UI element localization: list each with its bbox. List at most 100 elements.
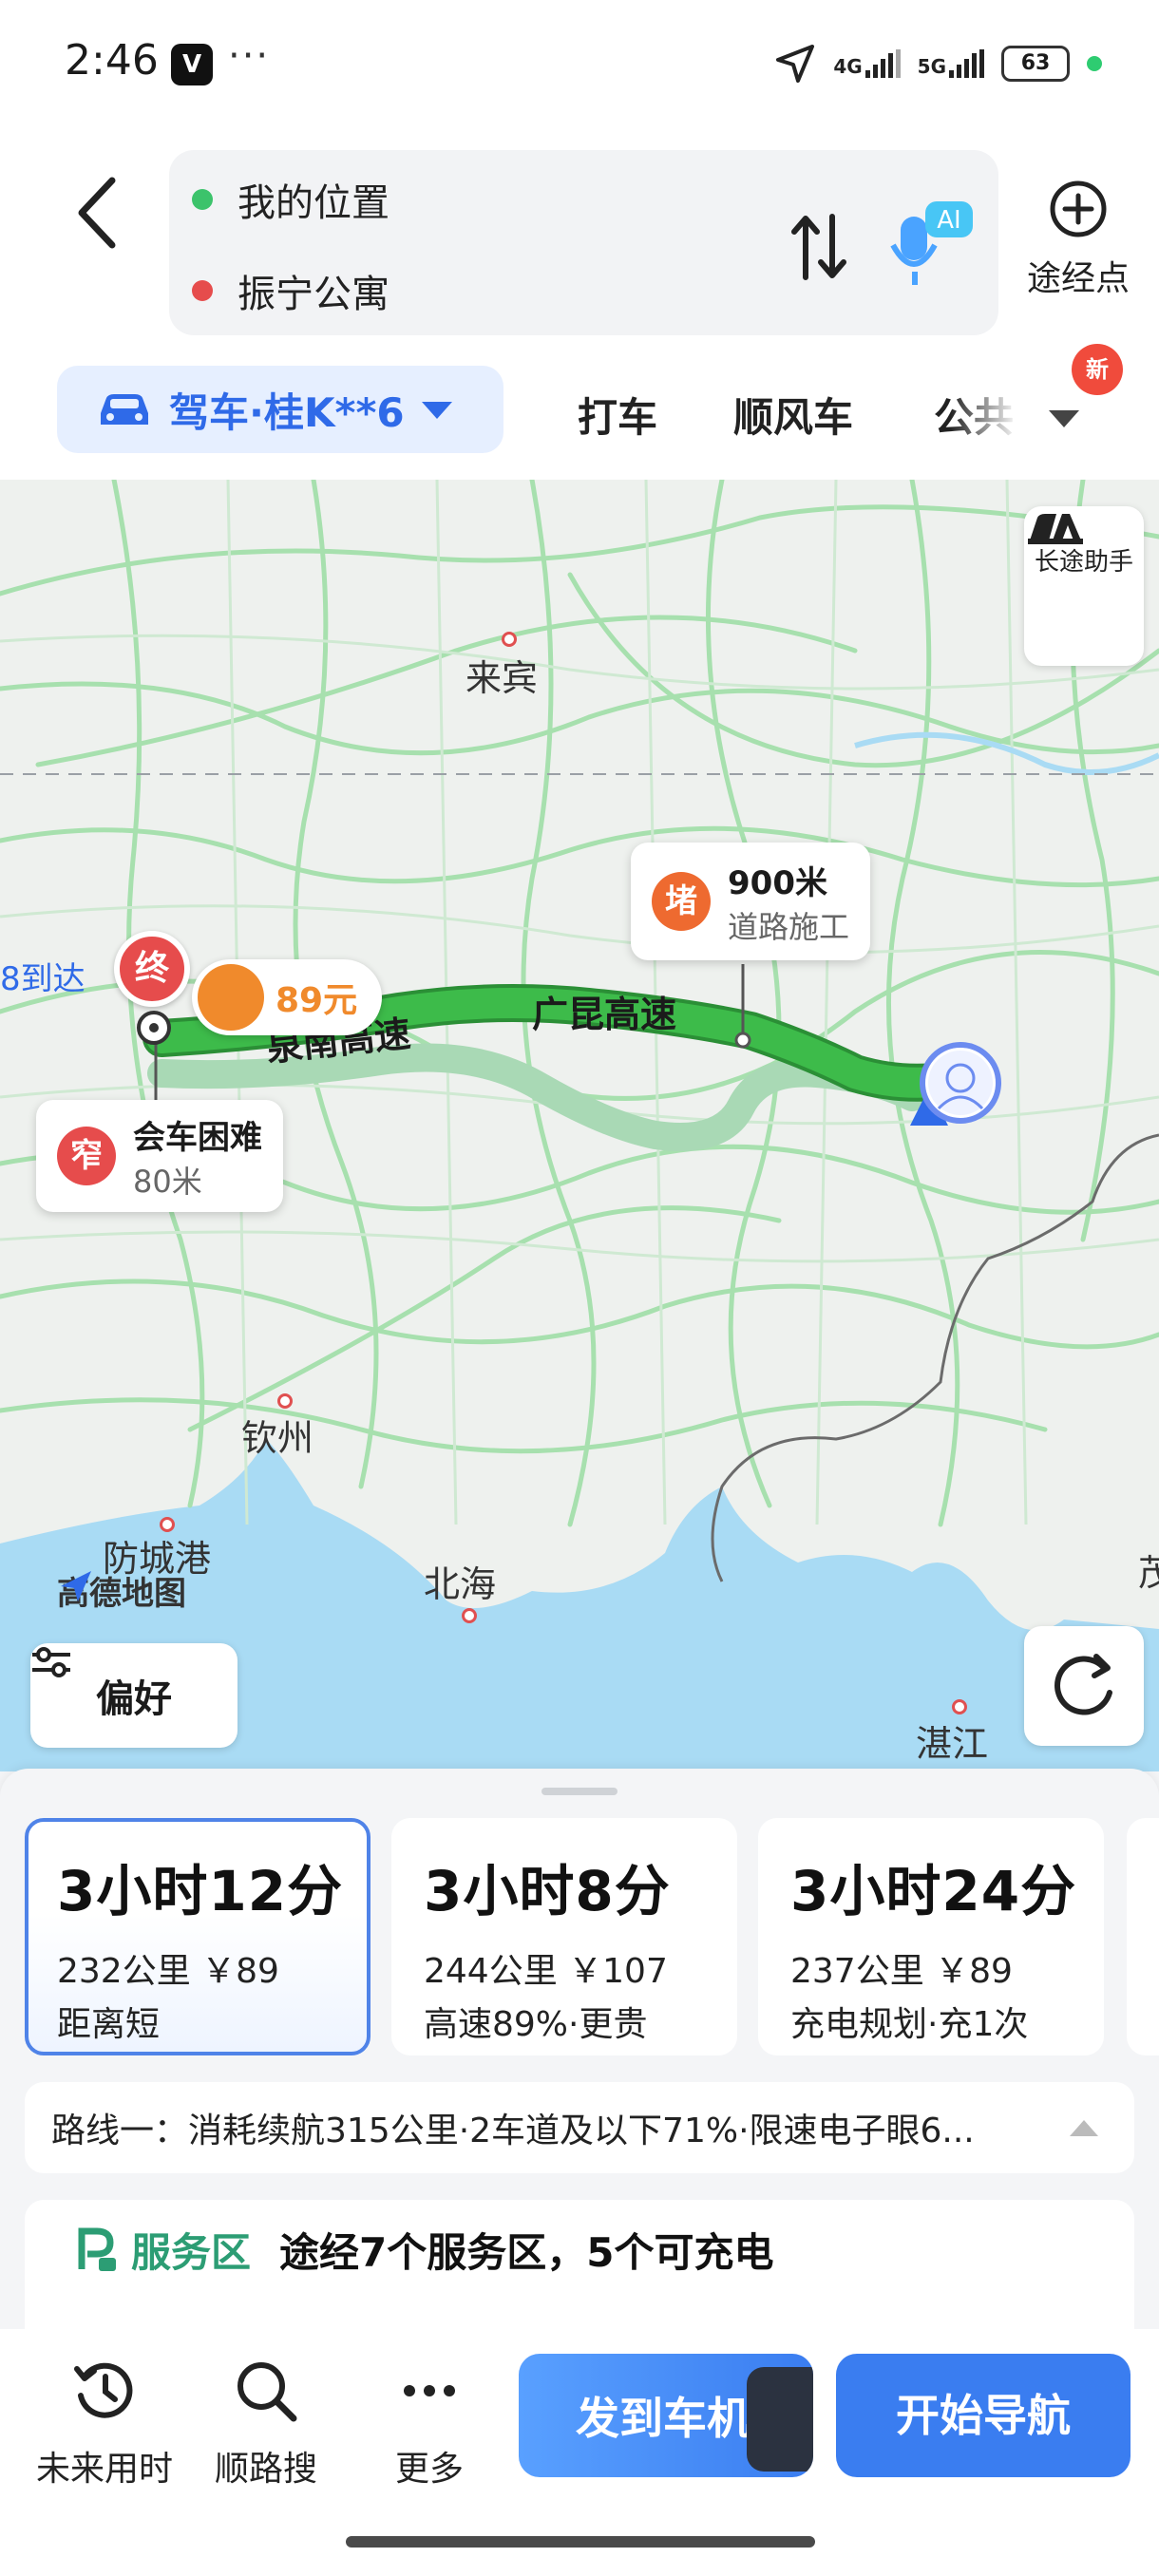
city-label-qinzhou[interactable]: 钦州 bbox=[241, 1409, 314, 1461]
long-trip-assistant-button[interactable]: 长途助手 bbox=[1024, 506, 1144, 666]
route-time: 3小时8分 bbox=[424, 1859, 671, 1923]
amap-logo: 高德地图 bbox=[57, 1567, 186, 1614]
narrow-road-callout[interactable]: 窄 会车困难 80米 bbox=[36, 1100, 283, 1212]
toll-station-icon bbox=[198, 964, 264, 1031]
destination-text: 振宁公寓 bbox=[238, 273, 390, 316]
along-route-search-label: 顺路搜 bbox=[214, 2450, 317, 2489]
city-marker-icon bbox=[952, 1699, 967, 1714]
tab-taxi[interactable]: 打车 bbox=[578, 386, 657, 444]
toll-fee-value: 89元 bbox=[276, 981, 358, 1020]
route-map[interactable]: 来宾 钦州 防城港 北海 湛江 茂 泉南高速 广昆高速 长途助手 堵 900米 … bbox=[0, 480, 1159, 1771]
privacy-indicator-dot bbox=[1087, 56, 1102, 71]
signal-4g: 4G bbox=[833, 49, 901, 78]
notification-app-icon: V bbox=[171, 44, 213, 85]
along-route-search-button[interactable]: 顺路搜 bbox=[180, 2358, 352, 2491]
congestion-callout[interactable]: 堵 900米 道路施工 bbox=[631, 843, 871, 960]
route-input-box: 我的位置 振宁公寓 AI bbox=[169, 150, 998, 335]
plus-circle-icon bbox=[1050, 180, 1107, 237]
refresh-route-button[interactable] bbox=[1024, 1626, 1144, 1746]
route-tag: 高速89%·更贵 bbox=[424, 2005, 648, 2044]
new-badge: 新 bbox=[1072, 344, 1123, 395]
refresh-icon bbox=[1054, 1654, 1112, 1715]
caret-down-icon bbox=[1049, 410, 1079, 427]
destination-end-marker[interactable]: 终 bbox=[114, 931, 190, 1007]
city-label-edge[interactable]: 茂 bbox=[1138, 1544, 1159, 1596]
route-card-next-peek[interactable] bbox=[1127, 1818, 1159, 2055]
destination-dot-icon bbox=[192, 280, 213, 301]
route-summary-bar[interactable]: 路线一：消耗续航315公里·2车道及以下71%·限速电子眼6... bbox=[25, 2082, 1134, 2173]
notification-overflow-icon: ··· bbox=[228, 34, 271, 78]
city-marker-icon bbox=[277, 1393, 293, 1409]
bottom-action-bar: 未来用时 顺路搜 更多 发到车机 开始导航 bbox=[0, 2329, 1159, 2576]
route-card-3[interactable]: 3小时24分 237公里 ￥89 充电规划·充1次 bbox=[758, 1818, 1104, 2055]
sheet-drag-handle[interactable] bbox=[542, 1788, 618, 1795]
send-to-car-button[interactable]: 发到车机 bbox=[519, 2354, 813, 2477]
swap-button[interactable] bbox=[787, 209, 853, 285]
signal-bars-icon bbox=[864, 49, 901, 78]
destination-field[interactable]: 振宁公寓 bbox=[192, 262, 390, 319]
narrow-title: 会车困难 bbox=[133, 1118, 262, 1157]
preference-button[interactable]: 偏好 bbox=[30, 1643, 238, 1748]
service-area-description: 途经7个服务区，5个可充电 bbox=[279, 2229, 774, 2276]
city-label-laibin[interactable]: 来宾 bbox=[466, 649, 538, 701]
car-icon bbox=[101, 394, 148, 425]
narrow-distance: 80米 bbox=[133, 1163, 202, 1200]
sliders-icon bbox=[32, 1647, 70, 1677]
clock-icon bbox=[74, 2362, 133, 2418]
drive-tab-label: 驾车·桂K**6 bbox=[169, 388, 405, 436]
caret-up-icon bbox=[1070, 2120, 1098, 2136]
toll-fee-marker[interactable]: 89元 bbox=[192, 959, 383, 1035]
signal-5g: 5G bbox=[918, 49, 984, 78]
city-label-beihai[interactable]: 北海 bbox=[424, 1555, 496, 1607]
route-card-1[interactable]: 3小时12分 232公里 ￥89 距离短 bbox=[25, 1818, 370, 2055]
route-time: 3小时12分 bbox=[57, 1859, 344, 1923]
tab-drive[interactable]: 驾车·桂K**6 bbox=[57, 366, 504, 453]
route-meta: 237公里 ￥89 bbox=[790, 1952, 1013, 1991]
ai-badge-label: AI bbox=[937, 206, 960, 235]
city-label-zhanjiang[interactable]: 湛江 bbox=[916, 1714, 988, 1767]
future-time-button[interactable]: 未来用时 bbox=[19, 2358, 190, 2491]
ai-voice-button[interactable]: AI bbox=[884, 196, 978, 291]
congestion-reason: 道路施工 bbox=[728, 908, 850, 945]
road-label-guangkun: 广昆高速 bbox=[532, 994, 677, 1035]
origin-field[interactable]: 我的位置 bbox=[192, 171, 390, 228]
route-time: 3小时24分 bbox=[790, 1859, 1077, 1923]
chevron-left-icon bbox=[78, 177, 116, 249]
start-navigation-button[interactable]: 开始导航 bbox=[836, 2354, 1130, 2477]
status-time: 2:46 bbox=[65, 36, 159, 85]
network-4g-label: 4G bbox=[833, 55, 863, 78]
future-time-label: 未来用时 bbox=[35, 2450, 173, 2489]
more-button[interactable]: 更多 bbox=[344, 2358, 515, 2491]
transport-mode-tabs: 驾车·桂K**6 打车 顺风车 公共 新 bbox=[0, 344, 1159, 456]
route-tag: 充电规划·充1次 bbox=[790, 2005, 1029, 2044]
car-device-icon bbox=[747, 2367, 813, 2472]
more-label: 更多 bbox=[394, 2450, 464, 2489]
narrow-badge: 窄 bbox=[57, 1127, 116, 1185]
avatar-icon bbox=[928, 1051, 993, 1115]
amap-arrow-icon bbox=[61, 1571, 91, 1601]
more-dots-icon bbox=[404, 2385, 455, 2396]
waypoint-label: 途经点 bbox=[1026, 259, 1130, 298]
user-avatar-marker[interactable] bbox=[920, 1042, 1001, 1124]
origin-text: 我的位置 bbox=[238, 181, 390, 225]
status-right-cluster: 4G 5G 63 bbox=[774, 40, 1102, 87]
add-waypoint-button[interactable]: 途经点 bbox=[1016, 179, 1140, 312]
back-button[interactable] bbox=[66, 167, 133, 262]
congestion-distance: 900米 bbox=[728, 863, 827, 902]
long-trip-car-icon bbox=[1028, 514, 1083, 544]
parking-fuel-icon bbox=[78, 2227, 116, 2271]
tab-carpool[interactable]: 顺风车 bbox=[733, 386, 853, 444]
route-card-2[interactable]: 3小时8分 244公里 ￥107 高速89%·更贵 bbox=[391, 1818, 737, 2055]
route-summary-text: 路线一：消耗续航315公里·2车道及以下71%·限速电子眼6... bbox=[51, 2112, 975, 2150]
search-icon bbox=[238, 2362, 297, 2422]
preference-label: 偏好 bbox=[96, 1677, 172, 1721]
home-indicator[interactable] bbox=[346, 2536, 815, 2548]
congestion-badge: 堵 bbox=[652, 872, 711, 931]
ai-microphone-icon: AI bbox=[890, 201, 973, 285]
city-marker-icon bbox=[502, 632, 517, 647]
service-area-title-text: 服务区 bbox=[131, 2229, 252, 2276]
arrival-partial-label: 8到达 bbox=[0, 960, 86, 998]
signal-bars-icon bbox=[949, 49, 984, 78]
send-to-car-label: 发到车机 bbox=[576, 2393, 750, 2444]
origin-dot-icon bbox=[192, 189, 213, 210]
